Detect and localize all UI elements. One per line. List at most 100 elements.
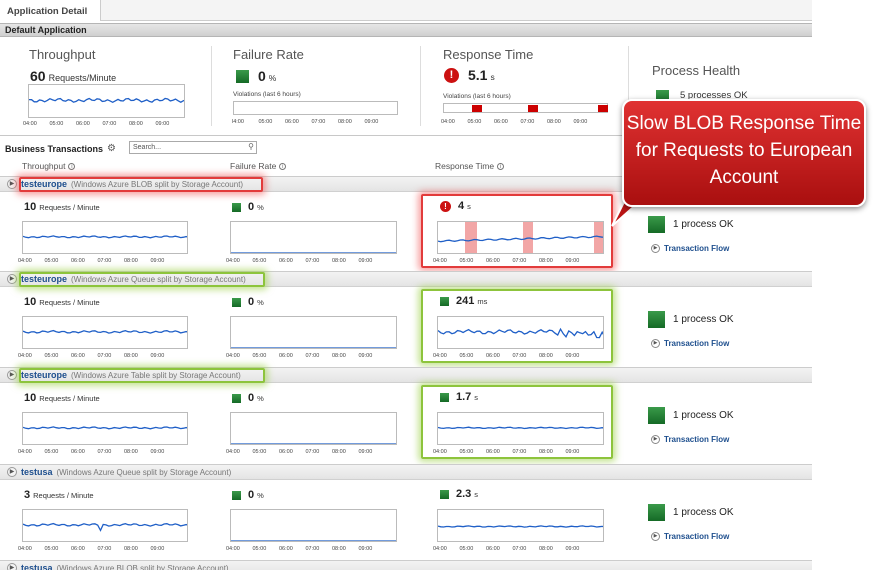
transaction-flow-link[interactable]: ▶ Transaction Flow xyxy=(651,244,729,253)
row-throughput-value: 10 xyxy=(24,392,37,404)
transaction-row-header[interactable]: ▶ testusa (Windows Azure BLOB split by Sto… xyxy=(0,561,812,570)
transaction-row: ▶ testusa (Windows Azure Queue split by St… xyxy=(0,464,812,558)
time-tick: 08:00 xyxy=(332,449,346,455)
time-tick: 08:00 xyxy=(124,546,138,552)
time-tick: 08:00 xyxy=(539,546,553,552)
time-tick: 06:00 xyxy=(279,353,293,359)
search-icon[interactable]: ⚲ xyxy=(248,142,254,151)
column-header-throughput[interactable]: Throughput i xyxy=(22,161,76,171)
series-line xyxy=(23,235,187,239)
time-axis: 04:00 05:00 06:00 07:00 08:00 09:00 xyxy=(18,449,177,455)
time-tick: 08:00 xyxy=(332,546,346,552)
time-tick: l4:00 xyxy=(232,119,244,125)
time-tick: 09:00 xyxy=(150,449,165,455)
time-tick: 08:00 xyxy=(124,258,138,264)
row-throughput-unit: Requests / Minute xyxy=(39,394,100,403)
time-tick: 04:00 xyxy=(18,546,32,552)
transaction-description: (Windows Azure BLOB split by Storage Acc… xyxy=(56,563,229,570)
column-header-response-time[interactable]: Response Time i xyxy=(435,161,505,171)
time-tick: 09:00 xyxy=(150,546,165,552)
response-time-highlight xyxy=(421,289,613,363)
time-tick: 06:00 xyxy=(285,119,299,125)
column-label: Response Time xyxy=(435,161,495,171)
info-icon[interactable]: i xyxy=(279,163,287,170)
row-throughput-unit: Requests / Minute xyxy=(39,203,100,212)
time-tick: 06:00 xyxy=(71,546,85,552)
process-health-title: Process Health xyxy=(652,63,741,78)
violations-label: Violations (last 6 hours) xyxy=(233,91,301,98)
time-tick: 04:00 xyxy=(441,119,455,125)
time-tick: 08:00 xyxy=(124,449,138,455)
transaction-flow-link[interactable]: ▶ Transaction Flow xyxy=(651,532,729,541)
column-header-failure-rate[interactable]: Failure Rate i xyxy=(230,161,287,171)
response-time-chart xyxy=(437,509,604,542)
time-tick: 07:00 xyxy=(305,449,320,455)
time-tick: 04:00 xyxy=(23,121,37,127)
time-tick: 05:00 xyxy=(49,121,64,127)
time-tick: 05:00 xyxy=(44,258,59,264)
play-icon: ▶ xyxy=(651,532,660,541)
tab-bar: Application Detail xyxy=(0,0,812,21)
failure-rate-unit: % xyxy=(268,73,277,83)
time-tick: 08:00 xyxy=(129,121,143,127)
transaction-row: ▶ testeurope (Windows Azure Queue split by… xyxy=(0,271,812,365)
time-tick: 04:00 xyxy=(433,546,447,552)
transaction-name[interactable]: testusa xyxy=(21,467,53,477)
name-highlight xyxy=(19,272,265,287)
expand-icon[interactable]: ▶ xyxy=(7,274,17,284)
time-tick: 04:00 xyxy=(226,546,240,552)
time-tick: 06:00 xyxy=(279,546,293,552)
transaction-flow-link[interactable]: ▶ Transaction Flow xyxy=(651,435,729,444)
play-icon: ▶ xyxy=(651,244,660,253)
transaction-flow-label: Transaction Flow xyxy=(664,435,730,444)
ok-status-icon xyxy=(440,489,449,499)
transaction-row-header[interactable]: ▶ testusa (Windows Azure Queue split by St… xyxy=(0,465,812,480)
time-tick: 09:00 xyxy=(565,546,580,552)
throughput-unit: Requests/Minute xyxy=(48,73,117,83)
throughput-chart xyxy=(22,221,188,254)
time-tick: 05:00 xyxy=(44,546,59,552)
time-tick: 05:00 xyxy=(44,449,59,455)
time-tick: 09:00 xyxy=(155,121,170,127)
row-header-content: ▶ testusa (Windows Azure Queue split by St… xyxy=(7,467,231,477)
time-axis: 04:00 05:00 06:00 07:00 08:00 09:00 xyxy=(18,353,177,359)
row-throughput-metric: 10 Requests / Minute xyxy=(24,201,100,213)
series-line xyxy=(23,426,187,430)
transaction-name[interactable]: testusa xyxy=(21,563,53,570)
name-highlight xyxy=(19,368,265,383)
ok-status-icon xyxy=(232,490,241,500)
transaction-flow-label: Transaction Flow xyxy=(664,244,730,253)
transaction-flow-label: Transaction Flow xyxy=(664,339,730,348)
row-failure-rate-metric: 0% xyxy=(232,296,264,308)
response-time-metric: ! 5.1 s xyxy=(444,67,495,83)
row-failure-rate-value: 0 xyxy=(248,489,255,501)
expand-icon[interactable]: ▶ xyxy=(7,370,17,380)
search-input[interactable]: Search... ⚲ xyxy=(129,141,257,154)
response-time-title: Response Time xyxy=(443,47,534,62)
expand-icon[interactable]: ▶ xyxy=(7,179,17,189)
failure-rate-metric: 0 % xyxy=(236,68,276,84)
throughput-chart xyxy=(22,412,188,445)
time-tick: 07:00 xyxy=(305,258,320,264)
time-tick: 07:00 xyxy=(97,258,112,264)
time-tick: 06:00 xyxy=(486,546,500,552)
tab-application-detail[interactable]: Application Detail xyxy=(0,0,101,21)
info-icon[interactable]: i xyxy=(68,163,76,170)
info-icon[interactable]: i xyxy=(497,163,505,170)
row-throughput-metric: 10 Requests / Minute xyxy=(24,392,100,404)
failure-rate-chart xyxy=(230,412,397,445)
expand-icon[interactable]: ▶ xyxy=(7,467,17,477)
time-tick: 09:00 xyxy=(358,449,373,455)
expand-icon[interactable]: ▶ xyxy=(7,563,17,570)
time-tick: 09:00 xyxy=(358,546,373,552)
response-time-value: 5.1 xyxy=(468,67,488,83)
time-tick: 07:00 xyxy=(102,121,117,127)
row-process-health: 1 process OK xyxy=(648,504,734,521)
time-tick: 09:00 xyxy=(364,119,379,125)
transaction-flow-link[interactable]: ▶ Transaction Flow xyxy=(651,339,729,348)
gear-icon[interactable]: ⚙ xyxy=(107,143,116,154)
time-axis: 04:00 05:00 06:00 07:00 08:00 09:00 xyxy=(226,546,385,552)
time-tick: 04:00 xyxy=(18,449,32,455)
time-tick: 07:00 xyxy=(512,546,527,552)
time-tick: 08:00 xyxy=(332,258,346,264)
